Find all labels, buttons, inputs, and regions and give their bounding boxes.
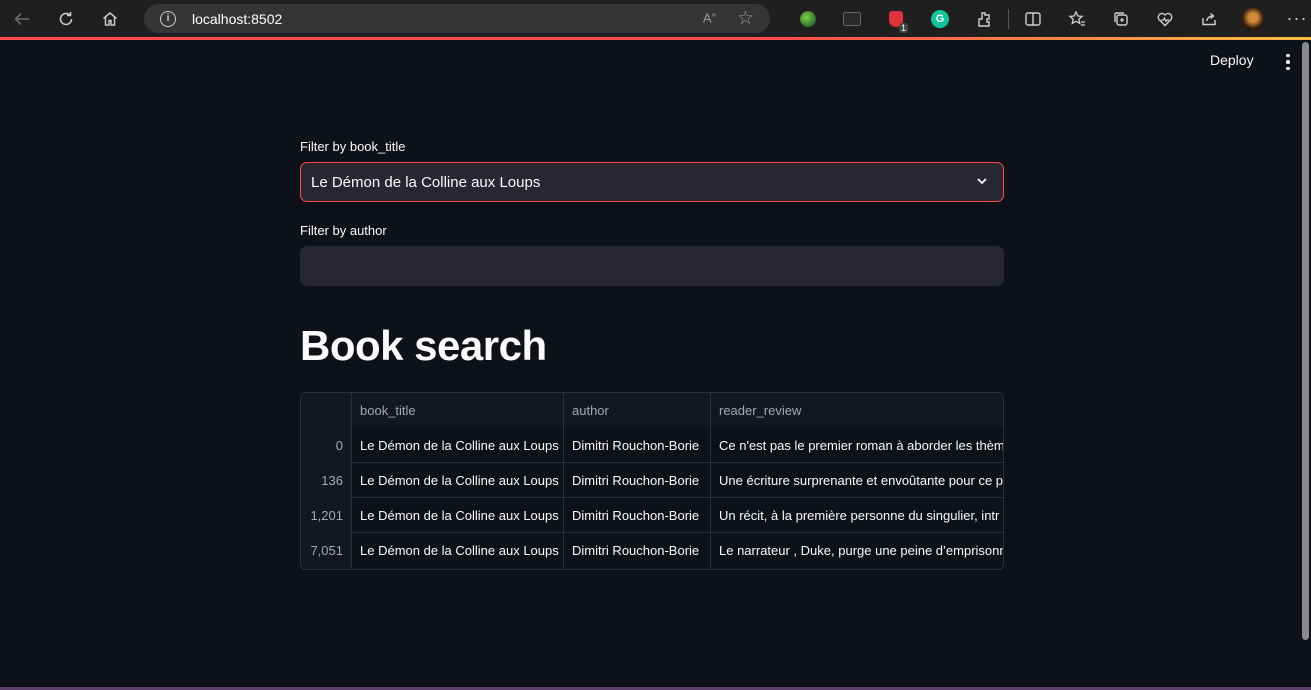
profile-avatar[interactable] (1231, 0, 1275, 37)
reload-button[interactable] (44, 0, 88, 37)
index-column-header (301, 393, 352, 428)
streamlit-decoration-bar (0, 37, 1311, 40)
book-title-column-header[interactable]: book_title (352, 393, 564, 428)
url-text: localhost:8502 (192, 10, 283, 27)
extensions-puzzle-icon[interactable] (962, 0, 1006, 37)
table-row: 136 Le Démon de la Colline aux Loups Dim… (301, 463, 1003, 498)
book-title-cell[interactable]: Le Démon de la Colline aux Loups (352, 428, 564, 463)
browser-essentials-icon[interactable] (1143, 0, 1187, 37)
extension-dark-icon[interactable] (830, 0, 874, 37)
collections-icon[interactable] (1099, 0, 1143, 37)
row-index: 7,051 (301, 533, 352, 568)
chevron-down-icon (977, 178, 987, 185)
reader-review-cell[interactable]: Le narrateur , Duke, purge une peine d’e… (711, 533, 1003, 568)
main-menu-icon[interactable] (1279, 52, 1297, 72)
toolbar-separator (1008, 8, 1009, 29)
author-cell[interactable]: Dimitri Rouchon-Borie (564, 533, 711, 568)
page-scrollbar[interactable] (1302, 42, 1309, 640)
extension-globe-icon[interactable] (786, 0, 830, 37)
author-column-header[interactable]: author (564, 393, 711, 428)
read-aloud-icon[interactable]: A» (703, 10, 716, 25)
results-table[interactable]: book_title author reader_review 0 Le Dém… (300, 392, 1004, 570)
extension-badge: 1 (898, 23, 908, 33)
book-title-select[interactable]: Le Démon de la Colline aux Loups (300, 162, 1004, 202)
site-info-icon[interactable]: i (160, 10, 176, 27)
table-row: 0 Le Démon de la Colline aux Loups Dimit… (301, 428, 1003, 463)
table-header-row: book_title author reader_review (301, 393, 1003, 428)
row-index: 0 (301, 428, 352, 463)
book-title-cell[interactable]: Le Démon de la Colline aux Loups (352, 463, 564, 498)
book-title-select-value: Le Démon de la Colline aux Loups (311, 173, 541, 191)
author-filter-input[interactable] (300, 246, 1004, 286)
reload-icon (59, 11, 73, 25)
author-cell[interactable]: Dimitri Rouchon-Borie (564, 498, 711, 533)
back-button[interactable] (0, 0, 44, 37)
arrow-left-icon (14, 12, 29, 25)
table-row: 1,201 Le Démon de la Colline aux Loups D… (301, 498, 1003, 533)
book-title-cell[interactable]: Le Démon de la Colline aux Loups (352, 498, 564, 533)
favorites-icon[interactable] (1055, 0, 1099, 37)
settings-more-icon[interactable]: ··· (1275, 0, 1311, 37)
browser-toolbar: i localhost:8502 A» ☆ 1 G ··· (0, 0, 1311, 37)
reader-review-cell[interactable]: Ce n'est pas le premier roman à aborder … (711, 428, 1003, 463)
page-title: Book search (300, 322, 547, 369)
home-button[interactable] (88, 0, 132, 37)
author-cell[interactable]: Dimitri Rouchon-Borie (564, 463, 711, 498)
book-title-cell[interactable]: Le Démon de la Colline aux Loups (352, 533, 564, 568)
reader-review-cell[interactable]: Un récit, à la première personne du sing… (711, 498, 1003, 533)
reader-review-column-header[interactable]: reader_review (711, 393, 1003, 428)
table-row: 7,051 Le Démon de la Colline aux Loups D… (301, 533, 1003, 568)
split-screen-icon[interactable] (1011, 0, 1055, 37)
deploy-button[interactable]: Deploy (1210, 52, 1254, 72)
home-icon (103, 11, 117, 26)
favorite-star-icon[interactable]: ☆ (737, 7, 754, 30)
book-title-filter-label: Filter by book_title (300, 139, 406, 154)
row-index: 1,201 (301, 498, 352, 533)
reader-review-cell[interactable]: Une écriture surprenante et envoûtante p… (711, 463, 1003, 498)
row-index: 136 (301, 463, 352, 498)
grammarly-icon[interactable]: G (918, 0, 962, 37)
author-cell[interactable]: Dimitri Rouchon-Borie (564, 428, 711, 463)
extension-shield-icon[interactable]: 1 (874, 0, 918, 37)
address-bar[interactable]: i localhost:8502 A» ☆ (144, 4, 770, 33)
author-filter-label: Filter by author (300, 223, 387, 238)
share-icon[interactable] (1187, 0, 1231, 37)
